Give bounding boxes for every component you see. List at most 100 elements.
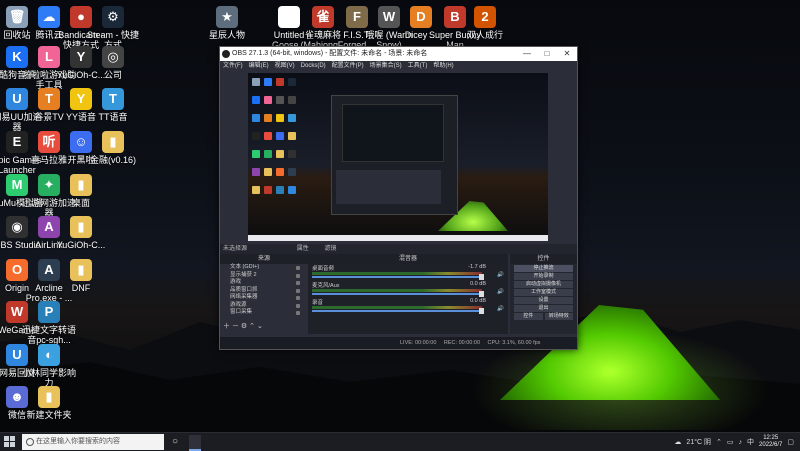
- audio-channel: 桌面音频 -1.7 dB 🔊: [308, 264, 508, 281]
- chevron-up-icon[interactable]: ⌃: [249, 323, 255, 330]
- remove-source-icon[interactable]: －: [232, 323, 239, 330]
- desktop-icon-label: 星辰人物: [208, 30, 245, 40]
- virtual-camera-button[interactable]: 启动虚拟摄像机: [514, 281, 573, 288]
- obs-title: OBS 27.1.3 (64-bit, windows) - 配置文件: 未命名…: [232, 50, 428, 57]
- volume-slider[interactable]: [312, 274, 484, 280]
- maximize-icon[interactable]: □: [537, 47, 557, 61]
- source-item[interactable]: 窗口采集: [230, 309, 308, 317]
- clock-date: 2022/6/7: [759, 442, 783, 448]
- volume-meter: [312, 289, 482, 292]
- desktop-icon: ▮: [70, 174, 92, 196]
- audio-mixer-header: 混音器: [308, 254, 508, 264]
- preview-nested-obs: [331, 95, 458, 215]
- studio-mode-button[interactable]: 工作室模式: [514, 289, 573, 296]
- weather-text[interactable]: 21°C 阴: [686, 437, 711, 447]
- xiaohongshu-icon: ◐: [38, 344, 60, 366]
- clock[interactable]: 12:25 2022/6/7: [759, 435, 782, 449]
- obs-preview[interactable]: [248, 73, 548, 241]
- start-recording-button[interactable]: 开始录制: [514, 273, 573, 280]
- filters-button[interactable]: 滤镜: [324, 246, 336, 252]
- obs-statusbar: LIVE: 00:00:00 REC: 00:00:00 CPU: 3.1%, …: [220, 337, 577, 349]
- taskbar-search-input[interactable]: 在这里输入你要搜索的内容: [22, 434, 164, 450]
- windows-start-icon[interactable]: [4, 436, 16, 448]
- steam-icon: ⚙: [102, 6, 124, 28]
- volume-meter: [312, 272, 482, 275]
- obs-menubar: 文件(F) 编辑(E) 视图(V) Docks(D) 配置文件(P) 场景集合(…: [220, 61, 577, 71]
- controls-dock: 控件 停止推流 开始录制 启动虚拟摄像机 工作室模式 设置 退出 控件 转场特效: [510, 254, 577, 334]
- menu-help[interactable]: 帮助(H): [433, 61, 453, 71]
- minimize-icon[interactable]: —: [517, 47, 537, 61]
- search-placeholder: 在这里输入你要搜索的内容: [36, 438, 120, 445]
- desktop-icon-label: YuGiOh-C...: [56, 240, 106, 250]
- yugioh2-icon: ▮: [70, 216, 92, 238]
- menu-edit[interactable]: 编辑(E): [249, 61, 269, 71]
- speaker-icon[interactable]: 🔊: [497, 272, 504, 278]
- audio-mixer-dock: 混音器 桌面音频 -1.7 dB 🔊 麦克风/Aux 0.0 dB 🔊 录音 0…: [308, 254, 508, 334]
- close-icon[interactable]: ✕: [557, 47, 577, 61]
- exit-button[interactable]: 退出: [514, 305, 573, 312]
- rec-timer: REC: 00:00:00: [443, 340, 480, 346]
- gongzhan-icon: ◎: [102, 46, 124, 68]
- transitions-tab[interactable]: 转场特效: [544, 313, 573, 320]
- volume-meter: [312, 306, 482, 309]
- source-item[interactable]: 文本 (GDI+): [230, 264, 308, 272]
- settings-button[interactable]: 设置: [514, 297, 573, 304]
- menu-file[interactable]: 文件(F): [223, 61, 243, 71]
- obs-titlebar[interactable]: OBS 27.1.3 (64-bit, windows) - 配置文件: 未命名…: [220, 47, 577, 61]
- no-source-label: 未选择源: [223, 246, 248, 252]
- source-toolbar: 未选择源 属性 滤镜: [220, 244, 577, 254]
- stop-streaming-button[interactable]: 停止推流: [514, 265, 573, 272]
- source-item[interactable]: 游戏源: [230, 302, 308, 310]
- menu-profile[interactable]: 配置文件(P): [332, 61, 364, 71]
- menu-tools[interactable]: 工具(T): [408, 61, 428, 71]
- controls-tab[interactable]: 控件: [514, 313, 543, 320]
- desktop-icon-label: 金融(v0.16): [89, 155, 136, 165]
- controls-header: 控件: [510, 254, 577, 264]
- chevron-up-icon[interactable]: ⌃: [716, 438, 722, 446]
- menu-docks[interactable]: Docks(D): [301, 61, 326, 71]
- obs-window[interactable]: OBS 27.1.3 (64-bit, windows) - 配置文件: 未命名…: [219, 46, 578, 350]
- cpu-stats: CPU: 3.1%, 60.00 fps: [487, 340, 541, 346]
- gear-icon[interactable]: ⚙: [241, 323, 247, 330]
- top-game8-icon: 2: [474, 6, 496, 28]
- desktop-icon-label: 双人成行: [466, 30, 503, 40]
- task-view-icon[interactable]: ○: [168, 435, 182, 449]
- speaker-icon[interactable]: 🔊: [497, 289, 504, 295]
- desktop-icon-label: DNF: [71, 283, 91, 293]
- menu-scene-collection[interactable]: 场景集合(S): [370, 61, 402, 71]
- speaker-icon[interactable]: 🔊: [497, 306, 504, 312]
- source-actions: ＋ － ⚙ ⌃ ⌄: [223, 321, 263, 331]
- network-icon[interactable]: ▭: [727, 438, 734, 446]
- audio-channel: 麦克风/Aux 0.0 dB 🔊: [308, 281, 508, 298]
- desktop-icon-label: TT语音: [98, 112, 128, 122]
- obs-taskbar-button[interactable]: [189, 435, 201, 451]
- source-item[interactable]: 显示捕获 2: [230, 272, 308, 280]
- desktop-icon-label: 桌面: [71, 198, 90, 208]
- volume-icon[interactable]: ♪: [739, 439, 743, 446]
- add-source-icon[interactable]: ＋: [223, 323, 230, 330]
- search-icon: [26, 438, 34, 446]
- channel-db: 0.0 dB: [470, 281, 486, 287]
- volume-slider[interactable]: [312, 291, 484, 297]
- desktop-icon-label: 新建文件夹: [26, 410, 72, 420]
- source-item[interactable]: 游戏: [230, 279, 308, 287]
- chevron-down-icon[interactable]: ⌄: [257, 323, 263, 330]
- properties-button[interactable]: 属性: [297, 246, 309, 252]
- live-timer: LIVE: 00:00:00: [400, 340, 437, 346]
- obs-docks: 来源 文本 (GDI+) 显示捕获 2 游戏 品质窗口抓 网络采集器 游戏源 窗…: [220, 254, 577, 334]
- sources-list: 文本 (GDI+) 显示捕获 2 游戏 品质窗口抓 网络采集器 游戏源 窗口采集: [220, 264, 308, 317]
- newfolder-icon: ▮: [38, 386, 60, 408]
- notification-icon[interactable]: ▢: [787, 438, 794, 446]
- weather-icon[interactable]: ☁: [674, 438, 681, 446]
- top-game1-icon: ★: [216, 6, 238, 28]
- obs-app-icon: [222, 50, 230, 58]
- source-item[interactable]: 网络采集器: [230, 294, 308, 302]
- volume-slider[interactable]: [312, 308, 484, 314]
- source-item[interactable]: 品质窗口抓: [230, 287, 308, 295]
- desktop-icon-label: 公司: [103, 70, 122, 80]
- preview-taskbar: [248, 235, 548, 241]
- channel-db: 0.0 dB: [470, 298, 486, 304]
- desktop-icon-newfolder[interactable]: ▮ 新建文件夹: [22, 382, 76, 432]
- menu-view[interactable]: 视图(V): [275, 61, 295, 71]
- ime-indicator[interactable]: 中: [747, 437, 754, 447]
